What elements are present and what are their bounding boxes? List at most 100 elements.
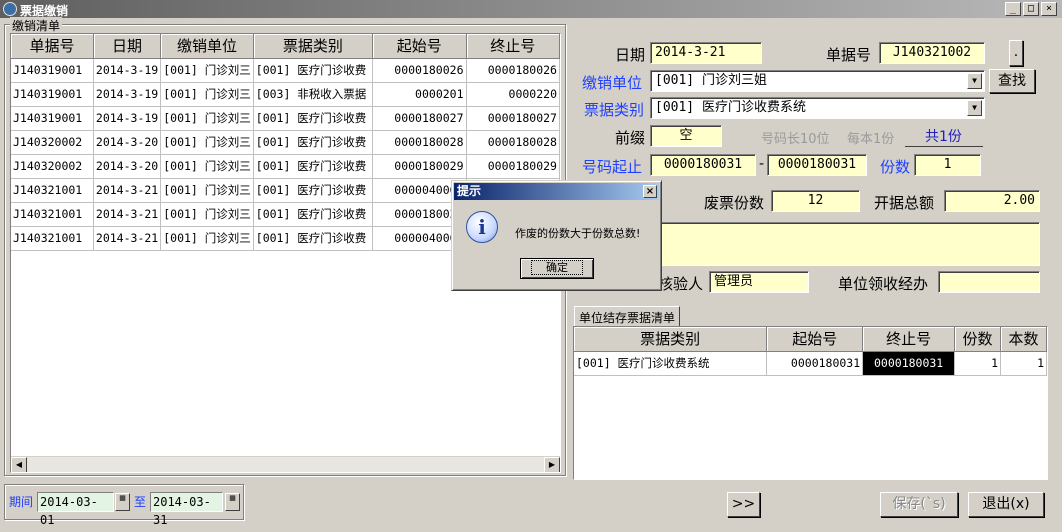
range-to-field[interactable]: 0000180031 [767,154,867,176]
dialog-close-icon[interactable]: × [643,185,657,198]
table-row[interactable]: J140320002 2014-3-20 [001] 门诊刘三 [001] 医疗门诊收… [11,130,560,155]
table-cell: [001] 医疗门诊收费 [253,202,374,227]
table-cell: J140320002 [11,154,94,179]
column-header[interactable]: 日期 [93,34,162,59]
doc-no-field[interactable]: J140321002 [879,42,985,64]
table-cell: [001] 门诊刘三 [160,154,254,179]
horizontal-scrollbar[interactable]: ◀ ▶ [11,456,560,472]
table-cell: 0000180031 [862,351,956,376]
table-cell: [001] 医疗门诊收费 [253,106,374,131]
void-list-label: 缴销清单 [10,17,63,34]
table-cell: 2014-3-19 [93,82,162,107]
table-cell: [001] 门诊刘三 [160,130,254,155]
range-from-field[interactable]: 0000180031 [650,154,756,176]
find-button[interactable]: 查找 [989,69,1035,93]
table-cell: 0000180027 [372,106,467,131]
dropdown-arrow-icon[interactable]: ▼ [967,100,982,116]
table-cell: 0000180031 [766,351,864,376]
unit-combo[interactable]: [001] 门诊刘三姐 ▼ [650,70,985,92]
range-dash: - [759,156,765,172]
table-cell: [001] 医疗门诊收费 [253,130,374,155]
table-cell: J140319001 [11,106,94,131]
table-cell: 0000180029 [372,154,467,179]
count-field[interactable]: 1 [914,154,981,176]
unit-handler-label: 单位领收经办 [838,275,929,293]
table-row[interactable]: [001] 医疗门诊收费系统 0000180031 0000180031 1 1 [574,351,1047,376]
table-cell: 2014-3-21 [93,202,162,227]
table-row[interactable]: J140319001 2014-3-19 [001] 门诊刘三 [003] 非税收入票… [11,82,560,107]
table-row[interactable]: J140319001 2014-3-19 [001] 门诊刘三 [001] 医疗门诊收… [11,58,560,83]
close-icon[interactable]: × [1041,2,1057,16]
unit-handler-field[interactable] [938,271,1040,293]
table-cell: [003] 非税收入票据 [253,82,374,107]
column-header[interactable]: 票据类别 [253,34,374,59]
table-cell: 2014-3-20 [93,154,162,179]
unit-label: 缴销单位 [582,74,643,92]
table-cell: 2014-3-21 [93,178,162,203]
column-header[interactable]: 单据号 [11,34,94,59]
date-field[interactable]: 2014-3-21 [650,42,762,64]
table-cell: J140319001 [11,58,94,83]
table-cell: 0000220 [466,82,560,107]
calendar-to-icon[interactable]: ▦ [225,493,240,511]
column-header[interactable]: 起始号 [372,34,467,59]
table-cell: 1 [954,351,1002,376]
dropdown-arrow-icon[interactable]: ▼ [967,73,982,89]
category-combo[interactable]: [001] 医疗门诊收费系统 ▼ [650,97,985,119]
minimize-icon[interactable]: _ [1005,2,1021,16]
total-underline [905,146,983,147]
dialog-message: 作废的份数大于份数总数! [515,227,641,240]
column-header[interactable]: 票据类别 [574,327,768,352]
table-cell: [001] 医疗门诊收费 [253,58,374,83]
period-to-label: 至 [134,495,147,509]
column-header[interactable]: 终止号 [862,327,956,352]
table-cell: [001] 门诊刘三 [160,226,254,251]
stock-list-table: 票据类别 起始号 终止号 份数 本数 [001] 医疗门诊收费系统 0000180031 0… [574,327,1047,376]
table-row[interactable]: J140319001 2014-3-19 [001] 门诊刘三 [001] 医疗门诊收… [11,106,560,131]
table-cell: 2014-3-20 [93,130,162,155]
total-amount-label: 开据总额 [874,194,935,212]
maximize-icon[interactable]: □ [1023,2,1039,16]
table-row[interactable]: J140320002 2014-3-20 [001] 门诊刘三 [001] 医疗门诊收… [11,154,560,179]
period-to-field[interactable]: 2014-03-31 [150,492,223,527]
table-cell: [001] 门诊刘三 [160,82,254,107]
prefix-label: 前缀 [615,129,646,147]
save-button[interactable]: 保存(`s) [880,492,958,517]
total-amount-field[interactable]: 2.00 [944,190,1040,212]
table-cell: J140321001 [11,178,94,203]
table-cell: 2014-3-21 [93,226,162,251]
stock-list-grid[interactable]: 票据类别 起始号 终止号 份数 本数 [001] 医疗门诊收费系统 0000180031 0… [573,326,1048,480]
column-header[interactable]: 份数 [954,327,1002,352]
table-cell: 2014-3-19 [93,58,162,83]
table-cell: 0000180029 [466,154,560,179]
verifier-field[interactable]: 管理员 [709,271,809,293]
exit-button[interactable]: 退出(x) [968,492,1044,517]
column-header[interactable]: 起始号 [766,327,864,352]
period-from-field[interactable]: 2014-03-01 [37,492,114,527]
table-cell: [001] 医疗门诊收费 [253,178,374,203]
table-cell: [001] 门诊刘三 [160,58,254,83]
table-cell: 0000180028 [466,130,560,155]
calendar-from-icon[interactable]: ▦ [115,493,130,511]
code-length-label: 号码长10位 [761,132,830,147]
table-cell: 1 [1000,351,1047,376]
range-label: 号码起止 [582,158,643,176]
table-cell: 2014-3-19 [93,106,162,131]
dialog-ok-label: 确定 [531,260,583,275]
doc-no-label: 单据号 [826,46,872,64]
scroll-right-icon[interactable]: ▶ [544,457,560,472]
table-cell: [001] 医疗门诊收费系统 [574,351,768,376]
more-button[interactable]: . [1009,40,1023,66]
scroll-left-icon[interactable]: ◀ [11,457,27,472]
next-button[interactable]: >> [727,492,760,517]
column-header[interactable]: 终止号 [466,34,560,59]
void-count-field[interactable]: 12 [771,190,860,212]
table-cell: J140319001 [11,82,94,107]
prefix-field[interactable]: 空 [650,125,722,147]
column-header[interactable]: 本数 [1000,327,1047,352]
dialog-ok-button[interactable]: 确定 [520,258,594,279]
remarks-field[interactable] [650,222,1040,266]
per-book-label: 每本1份 [847,132,895,147]
table-cell: J140321001 [11,202,94,227]
column-header[interactable]: 缴销单位 [160,34,254,59]
